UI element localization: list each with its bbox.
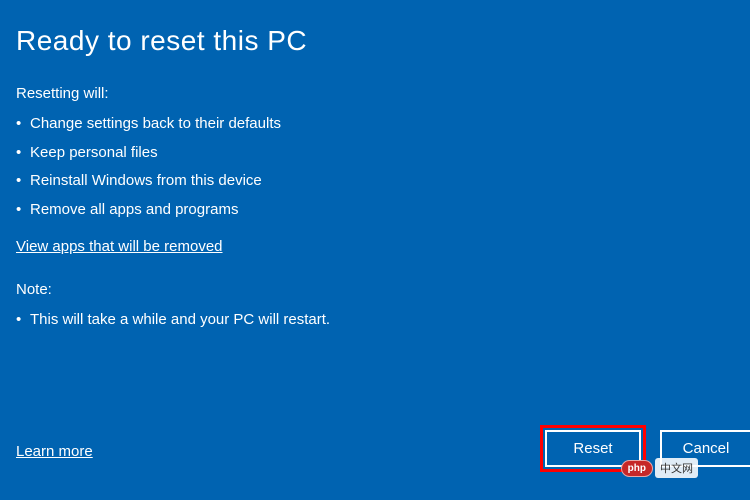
list-item: This will take a while and your PC will … [16, 306, 730, 335]
list-item: Reinstall Windows from this device [16, 167, 730, 196]
reset-highlight: Reset [540, 425, 646, 472]
learn-more-link[interactable]: Learn more [16, 443, 93, 460]
resetting-will-label: Resetting will: [16, 85, 730, 102]
cancel-button[interactable]: Cancel [660, 430, 750, 467]
page-title: Ready to reset this PC [16, 25, 730, 57]
list-item: Remove all apps and programs [16, 196, 730, 225]
note-label: Note: [16, 281, 730, 298]
reset-button[interactable]: Reset [545, 430, 641, 467]
view-apps-link[interactable]: View apps that will be removed [16, 238, 223, 255]
list-item: Keep personal files [16, 139, 730, 168]
list-item: Change settings back to their defaults [16, 110, 730, 139]
note-list: This will take a while and your PC will … [16, 306, 730, 335]
button-row: Reset Cancel [540, 425, 750, 472]
resetting-list: Change settings back to their defaults K… [16, 110, 730, 224]
